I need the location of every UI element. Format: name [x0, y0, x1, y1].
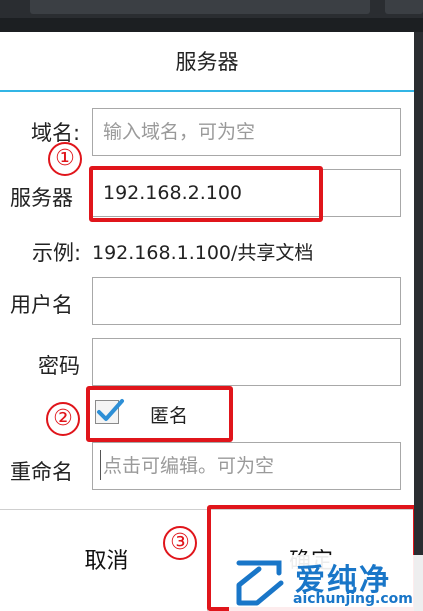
text-cursor	[100, 450, 101, 480]
title-divider	[0, 90, 414, 92]
server-input[interactable]	[92, 169, 401, 217]
watermark-logo-icon	[236, 560, 284, 606]
step-1-badge: ①	[48, 142, 82, 176]
dialog-title: 服务器	[175, 50, 239, 74]
watermark-url: aichunjing.com	[293, 591, 413, 607]
rename-input[interactable]	[92, 442, 401, 490]
cancel-button[interactable]: 取消	[0, 510, 207, 611]
app-toolbar-block	[385, 0, 423, 14]
server-dialog: 服务器 域名: 服务器 示例: 192.168.1.100/共享文档 用户名 密…	[0, 32, 414, 611]
password-input[interactable]	[92, 338, 401, 386]
example-value: 192.168.1.100/共享文档	[92, 242, 314, 264]
username-input[interactable]	[92, 277, 401, 325]
cancel-button-label: 取消	[84, 548, 129, 574]
step-3-badge: ③	[163, 526, 197, 560]
domain-input[interactable]	[92, 108, 401, 156]
username-label: 用户名	[10, 293, 73, 317]
background-edge	[414, 32, 423, 611]
app-top-bar	[0, 0, 423, 18]
anonymous-label[interactable]: 匿名	[150, 401, 188, 428]
server-label: 服务器	[10, 186, 73, 210]
example-label: 示例:	[32, 241, 82, 265]
app-toolbar-block	[30, 0, 370, 14]
password-label: 密码	[38, 354, 80, 378]
domain-label: 域名:	[31, 121, 81, 145]
watermark: 爱纯净 aichunjing.com	[229, 555, 423, 611]
check-icon	[97, 399, 124, 421]
step-2-badge: ②	[46, 402, 80, 436]
anonymous-checkbox[interactable]	[95, 399, 124, 424]
rename-label: 重命名	[10, 460, 73, 484]
